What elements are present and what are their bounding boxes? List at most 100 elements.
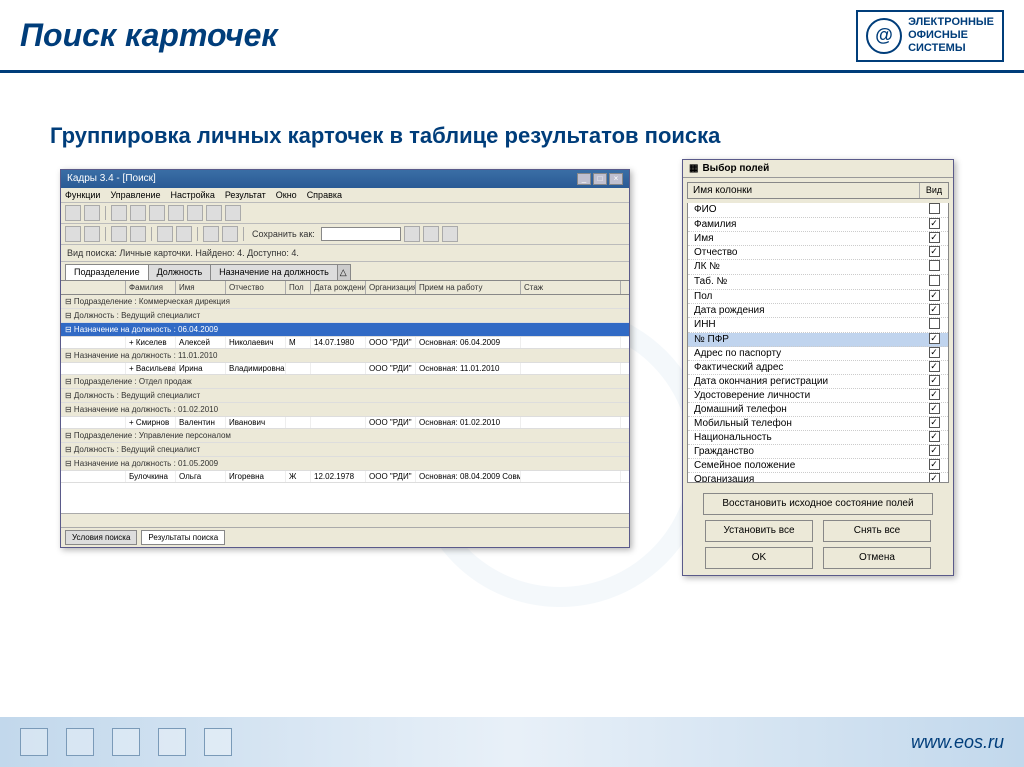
toolbar-icon[interactable] [423,226,439,242]
field-row[interactable]: Мобильный телефон✓ [688,417,948,431]
field-checkbox[interactable]: ✓ [929,431,940,442]
field-row[interactable]: Фактический адрес✓ [688,361,948,375]
col-dob[interactable]: Дата рождения [311,281,366,294]
menu-functions[interactable]: Функции [65,190,100,200]
field-checkbox[interactable]: ✓ [929,232,940,243]
field-checkbox[interactable]: ✓ [929,290,940,301]
col-sex[interactable]: Пол [286,281,311,294]
group-tab-assignment[interactable]: Назначение на должность [210,264,338,280]
field-checkbox[interactable]: ✓ [929,403,940,414]
field-checkbox[interactable]: ✓ [929,246,940,257]
field-checkbox[interactable] [929,260,940,271]
col-hire[interactable]: Прием на работу [416,281,521,294]
toolbar-icon[interactable] [84,205,100,221]
col-stazh[interactable]: Стаж [521,281,621,294]
group-row[interactable]: ⊟ Должность : Ведущий специалист [61,309,629,323]
group-row[interactable]: ⊟ Должность : Ведущий специалист [61,389,629,403]
field-row[interactable]: Семейное положение✓ [688,459,948,473]
ok-button[interactable]: OK [705,547,813,569]
field-checkbox[interactable]: ✓ [929,473,940,483]
toolbar-icon[interactable] [84,226,100,242]
group-row[interactable]: ⊟ Подразделение : Управление персоналом [61,429,629,443]
group-tab-close[interactable]: △ [337,264,351,280]
toolbar-icon[interactable] [168,205,184,221]
menu-result[interactable]: Результат [225,190,266,200]
field-checkbox[interactable]: ✓ [929,375,940,386]
minimize-button[interactable]: _ [577,173,591,185]
field-row[interactable]: ФИО [688,203,948,218]
clear-all-button[interactable]: Снять все [823,520,931,542]
group-row[interactable]: ⊟ Должность : Ведущий специалист [61,443,629,457]
field-checkbox[interactable] [929,275,940,286]
col-patronymic[interactable]: Отчество [226,281,286,294]
group-tab-position[interactable]: Должность [148,264,212,280]
data-row[interactable]: + ВасильеваИринаВладимировнаООО "РДИ"Осн… [61,363,629,375]
toolbar-icon[interactable] [206,205,222,221]
data-row[interactable]: + СмирновВалентинИвановичООО "РДИ"Основн… [61,417,629,429]
tab-results[interactable]: Результаты поиска [141,530,225,545]
field-checkbox[interactable]: ✓ [929,218,940,229]
field-checkbox[interactable] [929,203,940,214]
close-button[interactable]: × [609,173,623,185]
field-row[interactable]: Дата окончания регистрации✓ [688,375,948,389]
dialog-titlebar[interactable]: ▦ Выбор полей [683,160,953,178]
window-titlebar[interactable]: Кадры 3.4 - [Поиск] _ □ × [61,170,629,188]
field-checkbox[interactable]: ✓ [929,304,940,315]
field-checkbox[interactable]: ✓ [929,347,940,358]
toolbar-icon[interactable] [203,226,219,242]
group-row[interactable]: ⊟ Назначение на должность : 01.02.2010 [61,403,629,417]
col-lastname[interactable]: Фамилия [126,281,176,294]
tab-conditions[interactable]: Условия поиска [65,530,137,545]
data-row[interactable]: БулочкинаОльгаИгоревнаЖ12.02.1978ООО "РД… [61,471,629,483]
field-checkbox[interactable]: ✓ [929,445,940,456]
restore-defaults-button[interactable]: Восстановить исходное состояние полей [703,493,933,515]
group-row[interactable]: ⊟ Назначение на должность : 11.01.2010 [61,349,629,363]
field-checkbox[interactable]: ✓ [929,389,940,400]
field-row[interactable]: ЛК № [688,260,948,275]
field-checkbox[interactable]: ✓ [929,333,940,344]
field-row[interactable]: № ПФР✓ [688,333,948,347]
toolbar-icon[interactable] [157,226,173,242]
col-org[interactable]: Организация [366,281,416,294]
field-row[interactable]: Фамилия✓ [688,218,948,232]
field-checkbox[interactable]: ✓ [929,361,940,372]
group-row[interactable]: ⊟ Назначение на должность : 01.05.2009 [61,457,629,471]
field-row[interactable]: Дата рождения✓ [688,304,948,318]
menu-help[interactable]: Справка [307,190,342,200]
group-tab-dept[interactable]: Подразделение [65,264,149,280]
toolbar-icon[interactable] [130,205,146,221]
col-fieldname[interactable]: Имя колонки [688,183,920,198]
save-as-input[interactable] [321,227,401,241]
col-firstname[interactable]: Имя [176,281,226,294]
toolbar-icon[interactable] [187,205,203,221]
toolbar-icon[interactable] [149,205,165,221]
set-all-button[interactable]: Установить все [705,520,813,542]
group-row[interactable]: ⊟ Назначение на должность : 06.04.2009 [61,323,629,337]
toolbar-icon[interactable] [222,226,238,242]
field-checkbox[interactable]: ✓ [929,417,940,428]
toolbar-icon[interactable] [111,226,127,242]
field-row[interactable]: Адрес по паспорту✓ [688,347,948,361]
toolbar-icon[interactable] [442,226,458,242]
field-row[interactable]: Отчество✓ [688,246,948,260]
field-row[interactable]: Национальность✓ [688,431,948,445]
field-row[interactable]: Организация✓ [688,473,948,483]
toolbar-icon[interactable] [65,226,81,242]
group-row[interactable]: ⊟ Подразделение : Коммерческая дирекция [61,295,629,309]
data-row[interactable]: + КиселевАлексейНиколаевичМ14.07.1980ООО… [61,337,629,349]
col-visible[interactable]: Вид [920,183,948,198]
field-row[interactable]: Имя✓ [688,232,948,246]
col-expand[interactable] [61,281,126,294]
toolbar-icon[interactable] [404,226,420,242]
horizontal-scrollbar[interactable] [61,513,629,527]
menu-window[interactable]: Окно [276,190,297,200]
field-row[interactable]: Удостоверение личности✓ [688,389,948,403]
toolbar-icon[interactable] [111,205,127,221]
group-row[interactable]: ⊟ Подразделение : Отдел продаж [61,375,629,389]
field-row[interactable]: Таб. № [688,275,948,290]
cancel-button[interactable]: Отмена [823,547,931,569]
field-checkbox[interactable]: ✓ [929,459,940,470]
toolbar-icon[interactable] [65,205,81,221]
field-row[interactable]: Гражданство✓ [688,445,948,459]
maximize-button[interactable]: □ [593,173,607,185]
